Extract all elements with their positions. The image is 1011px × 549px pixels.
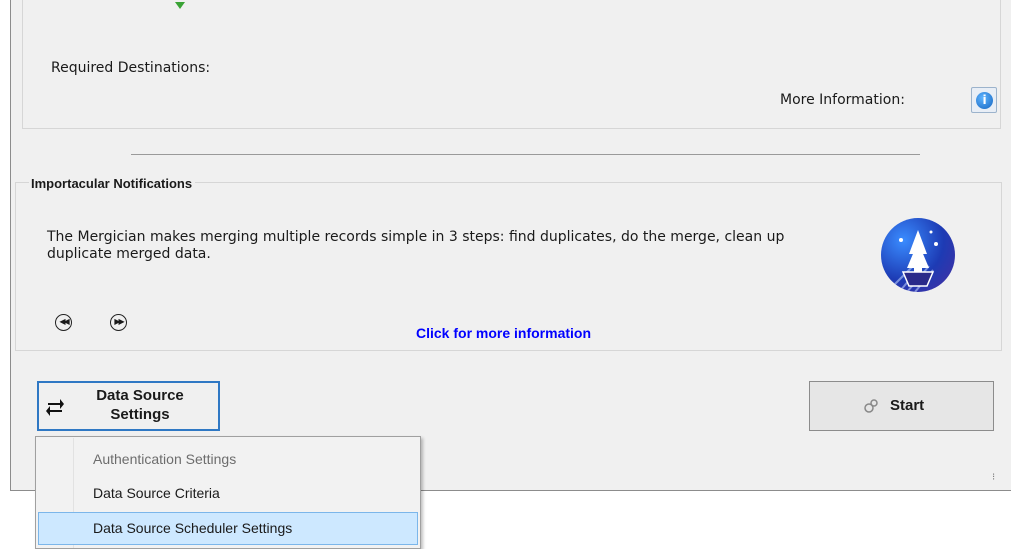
required-destinations-label: Required Destinations:	[51, 60, 211, 76]
data-source-label-line2: Settings	[110, 406, 170, 423]
menu-item-authentication-settings: Authentication Settings	[93, 451, 237, 467]
status-tick-icon	[175, 2, 185, 9]
resize-grip-icon[interactable]: ⁝	[992, 472, 996, 483]
start-button[interactable]: Start	[809, 381, 994, 431]
gear-link-icon	[863, 398, 879, 414]
start-label: Start	[890, 397, 925, 414]
magic-hat-icon	[881, 218, 955, 292]
data-source-settings-button[interactable]: Data Source Settings	[37, 381, 220, 431]
rewind-icon: ◀◀	[59, 317, 69, 326]
more-information-button[interactable]: i	[971, 87, 997, 113]
info-icon: i	[976, 92, 993, 109]
destinations-panel: Required Destinations: More Information:…	[22, 0, 1001, 129]
previous-notification-button[interactable]: ◀◀	[55, 314, 72, 331]
sync-arrows-icon	[45, 395, 65, 419]
more-information-label: More Information:	[780, 92, 905, 108]
data-source-settings-menu: Authentication Settings Data Source Crit…	[35, 436, 421, 549]
menu-item-data-source-criteria[interactable]: Data Source Criteria	[38, 477, 418, 510]
data-source-settings-label: Data Source Settings	[75, 386, 205, 424]
menu-item-data-source-scheduler-settings[interactable]: Data Source Scheduler Settings	[38, 512, 418, 545]
more-info-link[interactable]: Click for more information	[416, 325, 591, 341]
section-divider	[131, 154, 920, 155]
next-notification-button[interactable]: ▶▶	[110, 314, 127, 331]
data-source-label-line1: Data Source	[96, 387, 184, 404]
notification-message: The Mergician makes merging multiple rec…	[47, 229, 785, 262]
fast-forward-icon: ▶▶	[114, 317, 124, 326]
notifications-title: Importacular Notifications	[29, 176, 196, 191]
